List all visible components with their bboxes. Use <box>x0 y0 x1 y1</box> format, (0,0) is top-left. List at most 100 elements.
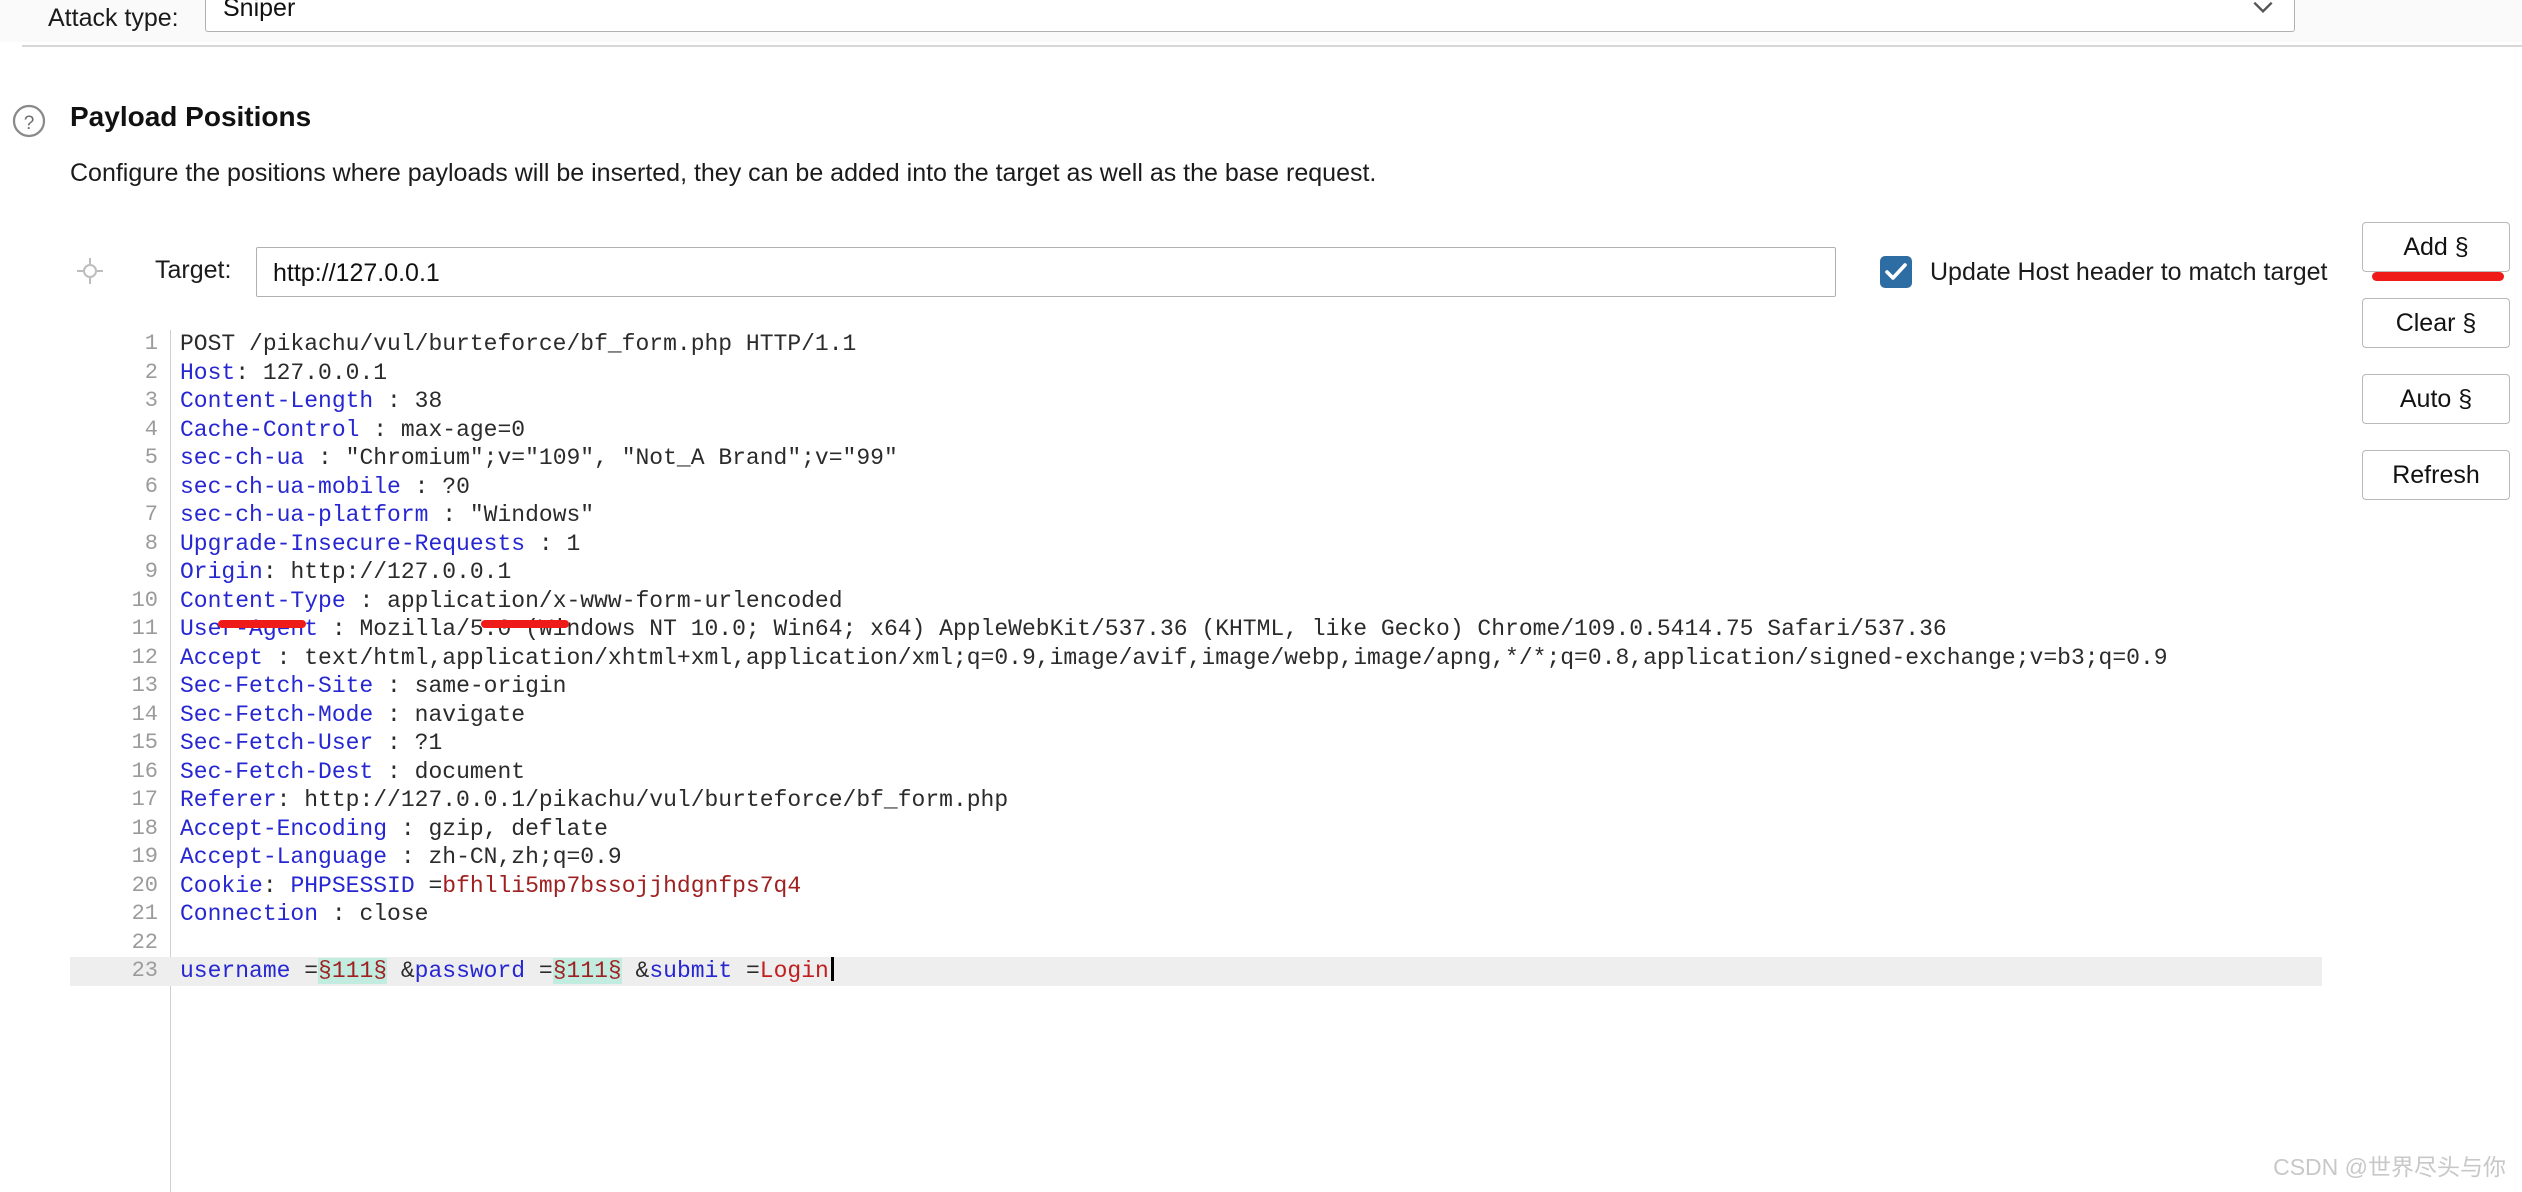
code-line[interactable]: 17 Referer: http://127.0.0.1/pikachu/vul/… <box>70 786 2342 815</box>
code-line[interactable]: 9 Origin: http://127.0.0.1 <box>70 558 2342 587</box>
line-number: 19 <box>131 844 158 869</box>
line-text: Accept-Language : zh-CN,zh;q=0.9 <box>180 843 622 871</box>
update-host-header-label: Update Host header to match target <box>1930 258 2328 286</box>
header-separator: : <box>373 701 415 728</box>
code-line[interactable]: 15 Sec-Fetch-User : ?1 <box>70 729 2342 758</box>
code-line[interactable]: 5 sec-ch-ua : "Chromium";v="109", "Not_A … <box>70 444 2342 473</box>
code-line[interactable]: 1 POST /pikachu/vul/burteforce/bf_form.p… <box>70 330 2342 359</box>
auto-section-button[interactable]: Auto § <box>2362 374 2510 424</box>
header-value: http://127.0.0.1/pikachu/vul/burteforce/… <box>304 787 1009 813</box>
line-number: 9 <box>144 559 158 584</box>
line-text: Content-Length : 38 <box>180 387 442 415</box>
header-separator: : <box>318 901 360 927</box>
line-text: Origin: http://127.0.0.1 <box>180 558 511 586</box>
line-number: 4 <box>144 416 158 442</box>
request-editor[interactable]: 1 POST /pikachu/vul/burteforce/bf_form.p… <box>70 330 2342 1192</box>
line-number: 22 <box>131 929 158 955</box>
header-separator: : <box>373 388 415 414</box>
header-separator: : <box>262 644 305 671</box>
line-text: POST /pikachu/vul/burteforce/bf_form.php… <box>180 330 856 358</box>
line-number: 10 <box>131 587 158 613</box>
attack-type-select[interactable]: Sniper <box>205 0 2295 32</box>
line-text: Referer: http://127.0.0.1/pikachu/vul/bu… <box>180 786 1008 814</box>
header-separator: : <box>345 587 388 614</box>
header-value: close <box>359 901 429 927</box>
header-value: 1 <box>566 530 581 557</box>
code-line[interactable]: 21 Connection : close <box>70 900 2342 929</box>
cookie-equals: = <box>428 872 443 899</box>
header-name: Sec-Fetch-User <box>180 730 374 756</box>
line-number: 3 <box>144 388 158 413</box>
code-line[interactable]: 4 Cache-Control : max-age=0 <box>70 416 2342 445</box>
text-cursor <box>830 957 834 981</box>
line-number: 20 <box>131 872 158 898</box>
header-name: Origin <box>180 559 263 585</box>
header-name: Accept <box>180 644 263 671</box>
code-line[interactable]: 2 Host: 127.0.0.1 <box>70 359 2342 388</box>
header-value: "Windows" <box>469 502 595 528</box>
code-line-cookie[interactable]: 20 Cookie: PHPSESSID =bfhlli5mp7bssojjhdg… <box>70 872 2342 901</box>
line-text: username =§111§ &password =§111§ &submit… <box>180 957 834 985</box>
code-line[interactable]: 12 Accept : text/html,application/xhtml+x… <box>70 644 2342 673</box>
header-value: navigate <box>414 701 526 728</box>
clear-section-button[interactable]: Clear § <box>2362 298 2510 348</box>
line-text: sec-ch-ua-platform : "Windows" <box>180 501 594 529</box>
line-text: Accept-Encoding : gzip, deflate <box>180 815 608 843</box>
target-input[interactable]: http://127.0.0.1 <box>256 247 1836 297</box>
payload-position-buttons: Add § Clear § Auto § Refresh <box>2362 222 2510 526</box>
code-line[interactable]: 19 Accept-Language : zh-CN,zh;q=0.9 <box>70 843 2342 872</box>
header-name: sec-ch-ua-mobile <box>180 473 401 500</box>
header-name: Sec-Fetch-Site <box>180 673 374 699</box>
param-separator: & <box>387 958 415 984</box>
attack-type-row: Attack type: Sniper <box>0 0 2522 42</box>
header-name: Accept-Encoding <box>180 815 388 842</box>
code-line[interactable]: 11 User-Agent : Mozilla/5.0 (Windows NT 1… <box>70 615 2342 644</box>
code-line[interactable]: 18 Accept-Encoding : gzip, deflate <box>70 815 2342 844</box>
code-line[interactable]: 3 Content-Length : 38 <box>70 387 2342 416</box>
header-name: Connection <box>180 901 319 927</box>
code-line[interactable]: 7 sec-ch-ua-platform : "Windows" <box>70 501 2342 530</box>
request-lines: 1 POST /pikachu/vul/burteforce/bf_form.p… <box>70 330 2342 986</box>
header-separator: : <box>304 445 346 471</box>
code-line[interactable]: 16 Sec-Fetch-Dest : document <box>70 758 2342 787</box>
param-equals: = <box>745 958 760 984</box>
target-input-value: http://127.0.0.1 <box>273 259 440 287</box>
payload-marker-password[interactable]: §111§ <box>552 958 622 984</box>
refresh-button[interactable]: Refresh <box>2362 450 2510 500</box>
code-line-body[interactable]: 23 username =§111§ &password =§111§ &sub… <box>70 957 2322 986</box>
line-text: sec-ch-ua : "Chromium";v="109", "Not_A B… <box>180 444 898 472</box>
chevron-down-icon <box>2253 1 2273 14</box>
line-text: Host: 127.0.0.1 <box>180 359 387 387</box>
payload-marker-username[interactable]: §111§ <box>318 958 388 984</box>
header-name: Accept-Language <box>180 844 388 870</box>
code-line[interactable]: 8 Upgrade-Insecure-Requests : 1 <box>70 530 2342 559</box>
cookie-value: bfhlli5mp7bssojjhdgnfps7q4 <box>442 872 802 899</box>
header-value: zh-CN,zh;q=0.9 <box>428 844 622 870</box>
line-number: 1 <box>144 331 158 356</box>
header-name: Cookie <box>180 872 263 899</box>
line-text: Accept : text/html,application/xhtml+xml… <box>180 644 2168 672</box>
line-number: 15 <box>131 730 158 755</box>
header-name: Sec-Fetch-Dest <box>180 758 374 785</box>
section-divider <box>22 45 2522 47</box>
code-line[interactable]: 14 Sec-Fetch-Mode : navigate <box>70 701 2342 730</box>
header-name: Referer <box>180 787 277 813</box>
line-text: Sec-Fetch-Dest : document <box>180 758 525 786</box>
line-text: Cookie: PHPSESSID =bfhlli5mp7bssojjhdgnf… <box>180 872 801 900</box>
line-number: 14 <box>131 701 158 727</box>
header-value: 127.0.0.1 <box>262 359 388 386</box>
param-name-password: password <box>414 958 539 984</box>
add-section-button[interactable]: Add § <box>2362 222 2510 272</box>
payload-positions-screen: Attack type: Sniper ? Payload Positions … <box>0 0 2522 1192</box>
update-host-header-checkbox-row[interactable]: Update Host header to match target <box>1880 228 2350 318</box>
update-host-header-checkbox[interactable] <box>1880 256 1912 288</box>
request-path: /pikachu/vul/burteforce/bf_form.php <box>235 331 733 357</box>
code-line[interactable]: 6 sec-ch-ua-mobile : ?0 <box>70 473 2342 502</box>
header-name: sec-ch-ua-platform <box>180 502 429 528</box>
add-button-annotation-underline <box>2372 272 2504 281</box>
code-line[interactable]: 13 Sec-Fetch-Site : same-origin <box>70 672 2342 701</box>
code-line-blank[interactable]: 22 <box>70 929 2342 958</box>
header-value: "Chromium";v="109", "Not_A Brand";v="99" <box>345 445 898 471</box>
help-circle-icon[interactable]: ? <box>12 104 46 138</box>
code-line[interactable]: 10 Content-Type : application/x-www-form-… <box>70 587 2342 616</box>
